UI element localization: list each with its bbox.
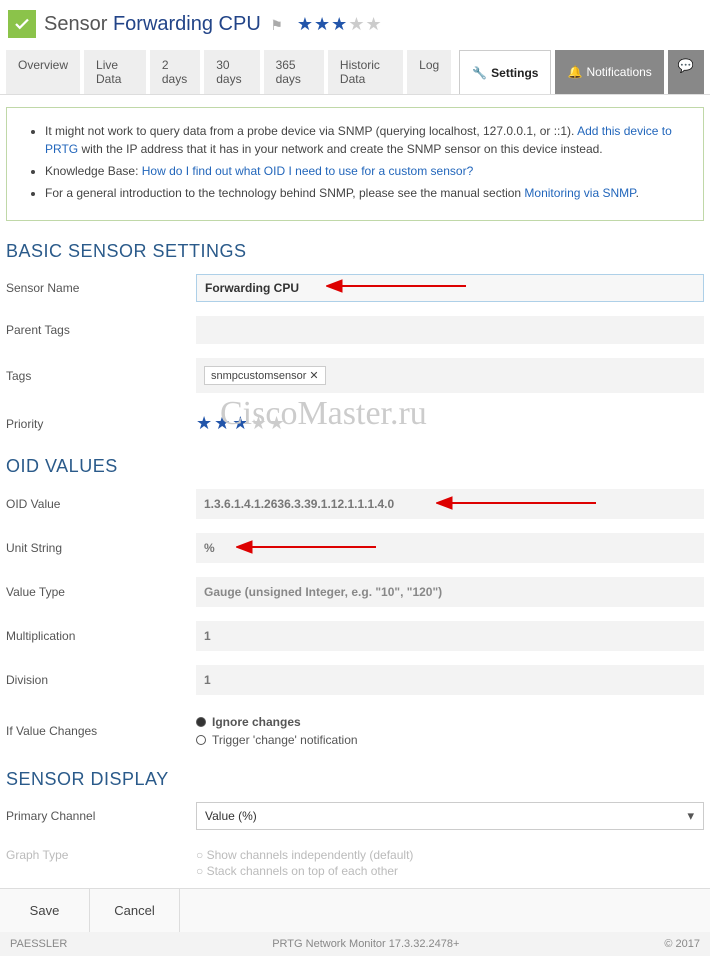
comment-icon-button[interactable]: 💬 xyxy=(668,50,704,94)
primary-channel-select[interactable]: Value (%) xyxy=(196,802,704,830)
status-check-icon xyxy=(8,10,36,38)
save-button[interactable]: Save xyxy=(0,889,90,932)
tab-30days[interactable]: 30 days xyxy=(204,50,259,94)
page-header: Sensor Forwarding CPU ⚑ ★★★★★ xyxy=(0,0,710,50)
multiplication-field[interactable]: 1 xyxy=(196,621,704,651)
label-parent-tags: Parent Tags xyxy=(6,323,196,337)
link-manual-snmp[interactable]: Monitoring via SNMP xyxy=(524,186,635,200)
label-primary-channel: Primary Channel xyxy=(6,809,196,823)
priority-star-input[interactable]: ★★★★★ xyxy=(196,407,704,440)
tab-notifications[interactable]: 🔔Notifications xyxy=(555,50,663,94)
link-kb-oid[interactable]: How do I find out what OID I need to use… xyxy=(142,164,474,178)
tab-settings[interactable]: 🔧Settings xyxy=(459,50,551,94)
footer: PAESSLER PRTG Network Monitor 17.3.32.24… xyxy=(0,932,710,956)
label-oid-value: OID Value xyxy=(6,497,196,511)
section-oid-values: OID VALUES xyxy=(6,456,704,477)
tab-2days[interactable]: 2 days xyxy=(150,50,200,94)
radio-trigger-change[interactable]: Trigger 'change' notification xyxy=(196,731,704,749)
oid-value-field[interactable]: 1.3.6.1.4.1.2636.3.39.1.12.1.1.1.4.0 xyxy=(196,489,704,519)
footer-copyright: © 2017 xyxy=(664,938,700,950)
ghost-graph-type-row: Graph Type ○ Show channels independently… xyxy=(0,844,710,882)
label-value-type: Value Type xyxy=(6,585,196,599)
label-multiplication: Multiplication xyxy=(6,629,196,643)
tag-pill[interactable]: snmpcustomsensor ✕ xyxy=(204,366,326,385)
tab-bar: Overview Live Data 2 days 30 days 365 da… xyxy=(0,50,710,95)
section-basic-settings: BASIC SENSOR SETTINGS xyxy=(6,241,704,262)
tab-live-data[interactable]: Live Data xyxy=(84,50,146,94)
tab-overview[interactable]: Overview xyxy=(6,50,80,94)
cancel-button[interactable]: Cancel xyxy=(90,889,180,932)
tab-365days[interactable]: 365 days xyxy=(264,50,324,94)
sensor-name-input[interactable] xyxy=(196,274,704,302)
info-box: It might not work to query data from a p… xyxy=(6,107,704,221)
button-bar: Save Cancel xyxy=(0,888,710,932)
label-tags: Tags xyxy=(6,369,196,383)
page-title: Sensor Forwarding CPU ⚑ xyxy=(44,13,283,36)
priority-stars-header: ★★★★★ xyxy=(297,14,383,35)
footer-version: PRTG Network Monitor 17.3.32.2478+ xyxy=(272,938,459,950)
bell-icon: 🔔 xyxy=(567,65,582,79)
parent-tags-field xyxy=(196,316,704,344)
wrench-icon: 🔧 xyxy=(472,66,487,80)
label-sensor-name: Sensor Name xyxy=(6,281,196,295)
label-division: Division xyxy=(6,673,196,687)
division-field[interactable]: 1 xyxy=(196,665,704,695)
unit-string-field[interactable]: % xyxy=(196,533,704,563)
tags-field[interactable]: snmpcustomsensor ✕ xyxy=(196,358,704,393)
section-sensor-display: SENSOR DISPLAY xyxy=(6,769,704,790)
label-unit-string: Unit String xyxy=(6,541,196,555)
footer-brand: PAESSLER xyxy=(10,938,67,950)
value-type-field: Gauge (unsigned Integer, e.g. "10", "120… xyxy=(196,577,704,607)
tab-log[interactable]: Log xyxy=(407,50,451,94)
label-if-changes: If Value Changes xyxy=(6,724,196,738)
radio-icon xyxy=(196,735,206,745)
flag-icon: ⚑ xyxy=(270,17,283,33)
radio-ignore-changes[interactable]: Ignore changes xyxy=(196,713,704,731)
label-priority: Priority xyxy=(6,417,196,431)
radio-icon xyxy=(196,717,206,727)
tab-historic[interactable]: Historic Data xyxy=(328,50,403,94)
